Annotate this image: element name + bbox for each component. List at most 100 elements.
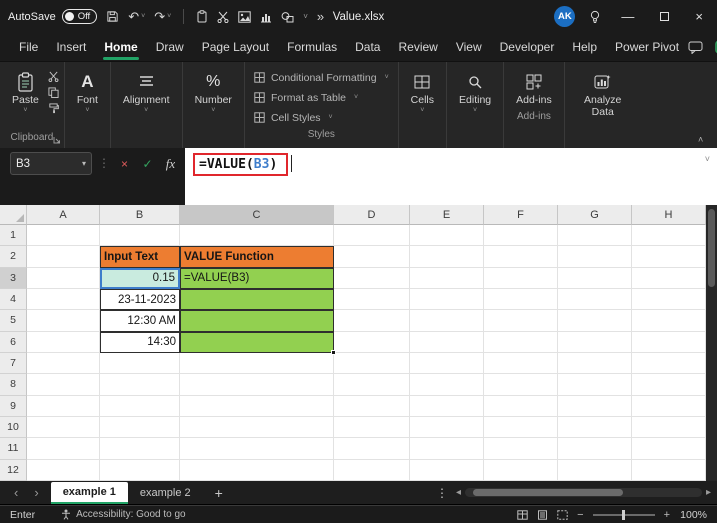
format-painter-icon[interactable] xyxy=(48,103,59,114)
cell-G7[interactable] xyxy=(558,352,632,375)
cell-C11[interactable] xyxy=(180,438,334,460)
clipboard-icon[interactable] xyxy=(196,10,208,23)
formula-bar-expand-icon[interactable]: ˅ xyxy=(705,154,710,164)
sheet-tab-example-1[interactable]: example 1 xyxy=(50,482,128,504)
cell-C7[interactable] xyxy=(180,352,334,375)
normal-view-icon[interactable] xyxy=(517,509,528,520)
picture-icon[interactable] xyxy=(238,10,251,23)
zoom-slider[interactable] xyxy=(592,509,655,520)
analyze-data-button[interactable]: Analyze Data xyxy=(570,67,636,122)
menu-item-page-layout[interactable]: Page Layout xyxy=(193,34,278,60)
cell-A7[interactable] xyxy=(27,352,100,375)
cell-F6[interactable] xyxy=(484,331,558,353)
cell-A10[interactable] xyxy=(27,416,100,439)
col-header-F[interactable]: F xyxy=(484,205,558,225)
cell-D3[interactable] xyxy=(334,267,410,289)
styles-item-format-as-table[interactable]: Format as Table ˅ xyxy=(254,89,389,106)
cell-B8[interactable] xyxy=(100,374,180,396)
col-header-D[interactable]: D xyxy=(334,205,410,225)
cell-B6[interactable]: 14:30 xyxy=(100,331,180,353)
cell-C3[interactable]: =VALUE(B3) xyxy=(180,267,334,289)
cell-A6[interactable] xyxy=(27,331,100,353)
row-header-4[interactable]: 4 xyxy=(0,288,27,311)
cell-B10[interactable] xyxy=(100,416,180,439)
cell-G12[interactable] xyxy=(558,459,632,481)
cell-F2[interactable] xyxy=(484,246,558,268)
font-button[interactable]: A Font ˅ xyxy=(70,67,105,117)
menu-item-power-pivot[interactable]: Power Pivot xyxy=(606,34,688,60)
cell-H3[interactable] xyxy=(632,267,706,289)
page-layout-view-icon[interactable] xyxy=(537,509,548,520)
cell-E9[interactable] xyxy=(410,395,484,417)
cut-icon[interactable] xyxy=(48,71,59,82)
drag-handle-icon[interactable]: ⋮ xyxy=(98,152,110,170)
row-header-7[interactable]: 7 xyxy=(0,352,27,375)
cell-E5[interactable] xyxy=(410,310,484,332)
cell-C2[interactable]: VALUE Function xyxy=(180,246,334,268)
cell-H9[interactable] xyxy=(632,395,706,417)
cell-H4[interactable] xyxy=(632,288,706,311)
sheet-nav-left-icon[interactable]: ‹ xyxy=(6,485,26,500)
cell-F9[interactable] xyxy=(484,395,558,417)
cell-E1[interactable] xyxy=(410,225,484,247)
cell-F11[interactable] xyxy=(484,438,558,460)
cell-F12[interactable] xyxy=(484,459,558,481)
styles-item-cell-styles[interactable]: Cell Styles ˅ xyxy=(254,109,389,126)
col-header-A[interactable]: A xyxy=(27,205,100,225)
menu-item-insert[interactable]: Insert xyxy=(47,34,95,60)
add-sheet-button[interactable]: + xyxy=(203,485,235,501)
fill-handle[interactable] xyxy=(331,349,336,355)
styles-item-conditional-formatting[interactable]: Conditional Formatting ˅ xyxy=(254,69,389,86)
editing-button[interactable]: Editing ˅ xyxy=(452,67,498,117)
cell-H12[interactable] xyxy=(632,459,706,481)
cell-A4[interactable] xyxy=(27,288,100,311)
cell-D7[interactable] xyxy=(334,352,410,375)
cell-G2[interactable] xyxy=(558,246,632,268)
cell-G11[interactable] xyxy=(558,438,632,460)
undo-button[interactable]: ↶ ˅ xyxy=(128,10,145,23)
scrollbar-thumb[interactable] xyxy=(708,209,715,287)
menu-item-formulas[interactable]: Formulas xyxy=(278,34,346,60)
cell-G3[interactable] xyxy=(558,267,632,289)
cell-G9[interactable] xyxy=(558,395,632,417)
cell-G10[interactable] xyxy=(558,416,632,439)
cell-F3[interactable] xyxy=(484,267,558,289)
scroll-left-icon[interactable]: ◂ xyxy=(456,487,461,498)
cell-F8[interactable] xyxy=(484,374,558,396)
menu-item-draw[interactable]: Draw xyxy=(147,34,193,60)
cell-C4[interactable] xyxy=(180,288,334,311)
cell-H5[interactable] xyxy=(632,310,706,332)
menu-item-data[interactable]: Data xyxy=(346,34,389,60)
more-commands-icon[interactable]: » xyxy=(317,10,324,23)
enter-button[interactable]: ✓ xyxy=(139,152,156,175)
cell-A9[interactable] xyxy=(27,395,100,417)
cell-C5[interactable] xyxy=(180,310,334,332)
lightbulb-icon[interactable] xyxy=(589,10,601,24)
accessibility-status[interactable]: Accessibility: Good to go xyxy=(61,509,186,520)
cell-D1[interactable] xyxy=(334,225,410,247)
cell-A11[interactable] xyxy=(27,438,100,460)
cell-D8[interactable] xyxy=(334,374,410,396)
chevron-down-icon[interactable]: ▾ xyxy=(82,159,86,168)
menu-item-review[interactable]: Review xyxy=(389,34,446,60)
cell-H2[interactable] xyxy=(632,246,706,268)
page-break-view-icon[interactable] xyxy=(557,509,568,520)
autosave-pill[interactable]: Off xyxy=(61,9,98,24)
col-header-E[interactable]: E xyxy=(410,205,484,225)
cell-E3[interactable] xyxy=(410,267,484,289)
cell-C8[interactable] xyxy=(180,374,334,396)
cell-B7[interactable] xyxy=(100,352,180,375)
cell-B5[interactable]: 12:30 AM xyxy=(100,310,180,332)
minimize-button[interactable]: — xyxy=(615,9,640,24)
cell-G1[interactable] xyxy=(558,225,632,247)
copy-icon[interactable] xyxy=(48,87,59,98)
cell-B9[interactable] xyxy=(100,395,180,417)
cell-G4[interactable] xyxy=(558,288,632,311)
cell-F10[interactable] xyxy=(484,416,558,439)
cells-button[interactable]: Cells ˅ xyxy=(404,67,441,117)
col-header-B[interactable]: B xyxy=(100,205,180,225)
zoom-out-button[interactable]: − xyxy=(577,509,583,521)
cell-E11[interactable] xyxy=(410,438,484,460)
cut-icon[interactable] xyxy=(217,11,229,23)
row-header-6[interactable]: 6 xyxy=(0,331,27,353)
